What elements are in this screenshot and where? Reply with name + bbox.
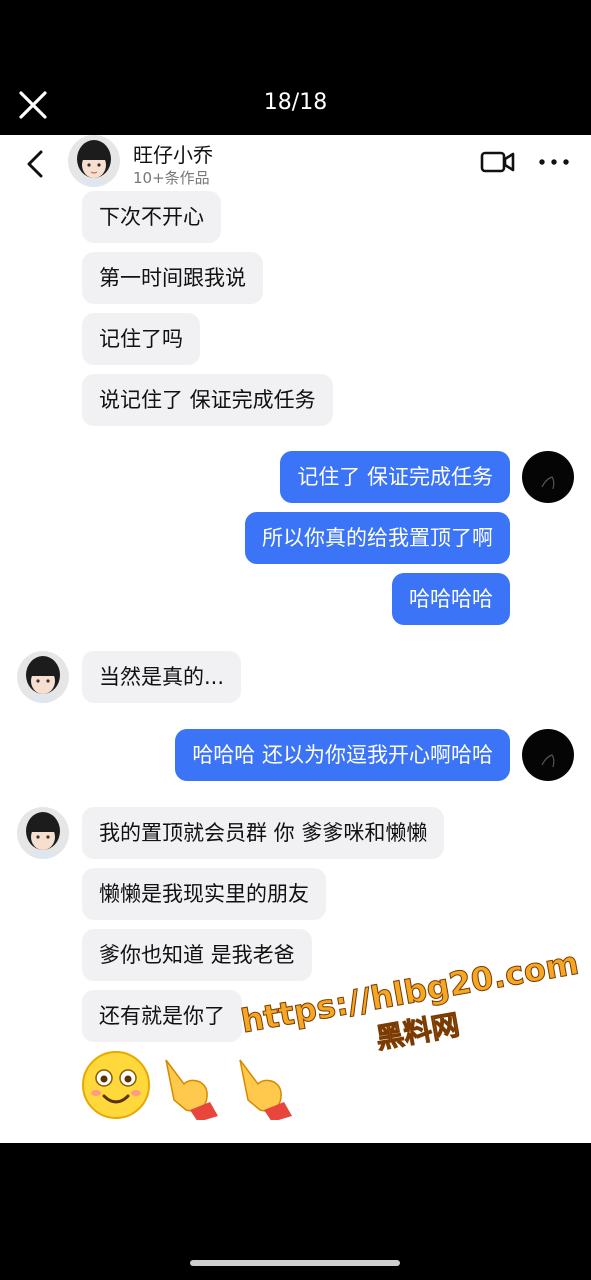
message-outgoing[interactable]: 所以你真的给我置顶了啊 (245, 512, 510, 564)
contact-avatar[interactable] (68, 135, 120, 187)
more-options-icon[interactable] (538, 157, 570, 167)
viewer-top-bar: 18/18 (0, 0, 591, 135)
chat-screen: 旺仔小乔 10+条作品 下次不开心 第一时间跟我说 记住了吗 说记住了 保证完成… (0, 135, 591, 1143)
message-incoming[interactable]: 第一时间跟我说 (82, 252, 263, 304)
contact-subtitle: 10+条作品 (133, 169, 210, 187)
message-incoming[interactable]: 当然是真的... (82, 651, 242, 703)
pointing-hand-emoji-icon (165, 1059, 218, 1122)
message-incoming[interactable]: 下次不开心 (82, 191, 221, 243)
message-outgoing[interactable]: 记住了 保证完成任务 (280, 451, 510, 503)
message-incoming[interactable]: 爹你也知道 是我老爸 (82, 929, 312, 981)
video-call-icon[interactable] (480, 149, 516, 175)
self-avatar[interactable] (522, 451, 574, 503)
message-incoming[interactable]: 说记住了 保证完成任务 (82, 374, 333, 426)
message-incoming[interactable]: 我的置顶就会员群 你 爹爹咪和懒懒 (82, 807, 445, 859)
image-counter: 18/18 (263, 90, 328, 115)
message-incoming[interactable]: 懒懒是我现实里的朋友 (82, 868, 326, 920)
message-incoming[interactable]: 记住了吗 (82, 313, 200, 365)
contact-avatar[interactable] (17, 807, 69, 859)
self-avatar[interactable] (522, 729, 574, 781)
contact-name[interactable]: 旺仔小乔 (133, 139, 213, 168)
home-indicator[interactable] (190, 1260, 400, 1266)
smiling-face-emoji-icon (82, 1051, 150, 1119)
message-incoming[interactable]: 还有就是你了 (82, 990, 242, 1042)
back-icon[interactable] (24, 149, 46, 179)
message-outgoing[interactable]: 哈哈哈 还以为你逗我开心啊哈哈 (175, 729, 510, 781)
message-outgoing[interactable]: 哈哈哈哈 (392, 573, 510, 625)
contact-avatar[interactable] (17, 651, 69, 703)
